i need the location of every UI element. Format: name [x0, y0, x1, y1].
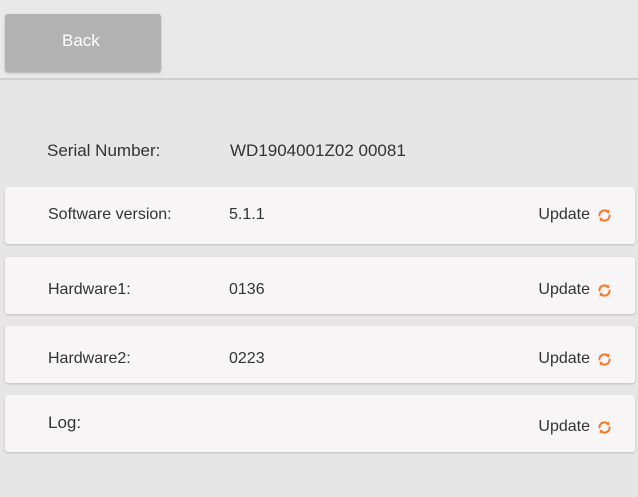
- update-label: Update: [538, 350, 590, 367]
- refresh-icon: [596, 207, 613, 224]
- hardware1-label: Hardware1:: [48, 281, 131, 298]
- update-label: Update: [538, 206, 590, 223]
- hardware2-row: Hardware2: 0223 Update: [5, 326, 635, 383]
- software-update-button[interactable]: Update: [538, 206, 613, 224]
- top-bar: Back: [0, 0, 638, 80]
- back-button[interactable]: Back: [5, 14, 161, 72]
- refresh-icon: [596, 282, 613, 299]
- refresh-icon: [596, 419, 613, 436]
- log-update-button[interactable]: Update: [538, 418, 613, 436]
- hardware2-label: Hardware2:: [48, 350, 131, 367]
- hardware1-update-button[interactable]: Update: [538, 281, 613, 299]
- software-version-value: 5.1.1: [229, 206, 265, 223]
- serial-number-label: Serial Number:: [47, 141, 161, 160]
- hardware2-update-button[interactable]: Update: [538, 350, 613, 368]
- hardware1-row: Hardware1: 0136 Update: [5, 257, 635, 314]
- log-label: Log:: [48, 413, 82, 432]
- hardware2-value: 0223: [229, 350, 265, 367]
- log-row: Log: Update: [5, 395, 635, 452]
- update-label: Update: [538, 418, 590, 435]
- serial-number-row: Serial Number: WD1904001Z02 00081: [0, 128, 638, 178]
- software-version-label: Software version:: [48, 206, 172, 223]
- software-version-row: Software version: 5.1.1 Update: [5, 187, 635, 244]
- hardware1-value: 0136: [229, 281, 265, 298]
- update-label: Update: [538, 281, 590, 298]
- refresh-icon: [596, 351, 613, 368]
- serial-number-value: WD1904001Z02 00081: [230, 141, 406, 160]
